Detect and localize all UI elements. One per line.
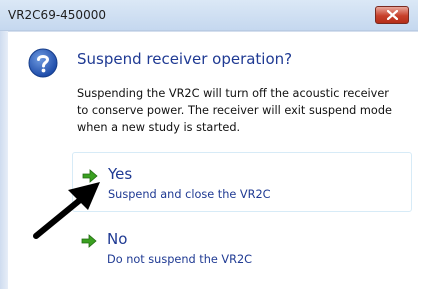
question-icon xyxy=(28,48,58,78)
title-bar: VR2C69-450000 xyxy=(0,0,418,31)
description-line: when a new study is started. xyxy=(77,121,241,134)
no-option-label: No xyxy=(107,230,128,248)
dialog-heading: Suspend receiver operation? xyxy=(77,50,293,68)
no-option-button[interactable]: No Do not suspend the VR2C xyxy=(72,223,412,283)
suspend-dialog: VR2C69-450000 Suspend receiver operation… xyxy=(0,0,418,289)
black-pointer-arrow xyxy=(33,182,100,239)
title-separator xyxy=(8,31,418,32)
description-line: to conserve power. The receiver will exi… xyxy=(77,104,392,117)
no-option-description: Do not suspend the VR2C xyxy=(107,253,253,266)
yes-option-button[interactable]: Yes Suspend and close the VR2C xyxy=(72,152,412,212)
yes-option-description: Suspend and close the VR2C xyxy=(108,188,271,201)
close-button[interactable] xyxy=(375,6,409,24)
dialog-description: Suspending the VR2C will turn off the ac… xyxy=(77,85,407,136)
yes-option-label: Yes xyxy=(108,165,133,183)
window-border-left xyxy=(0,31,8,289)
window-title: VR2C69-450000 xyxy=(8,8,106,22)
close-icon xyxy=(387,10,398,20)
description-line: Suspending the VR2C will turn off the ac… xyxy=(77,87,389,100)
